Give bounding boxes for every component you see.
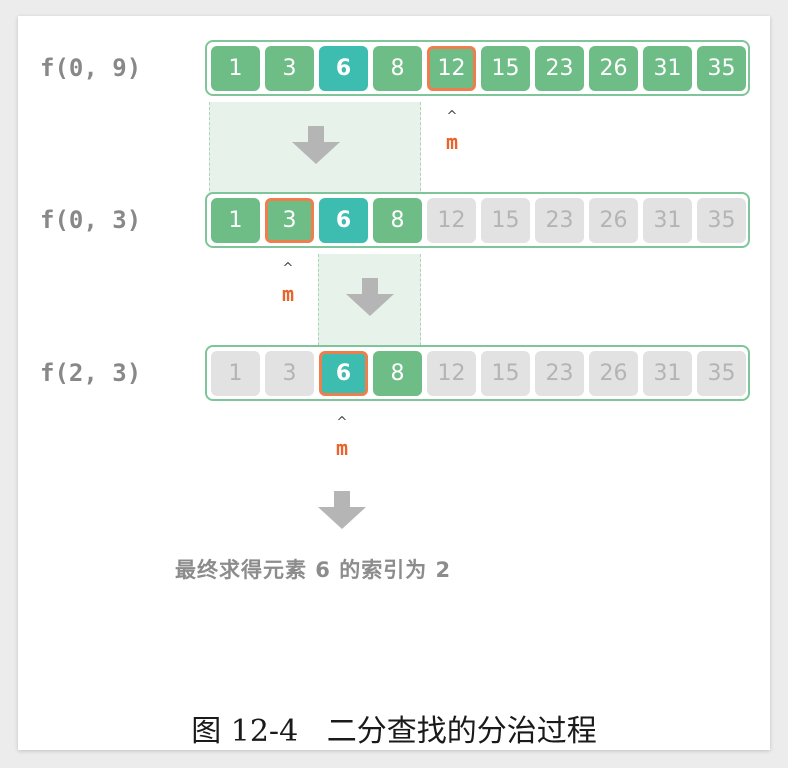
array-step-1: 1 3 6 8 12 15 23 26 31 35: [205, 40, 750, 96]
array-cell: 12: [427, 198, 476, 243]
mid-pointer-label: m: [335, 436, 349, 460]
array-cell: 15: [481, 351, 530, 396]
caret-up-icon: ^: [336, 415, 348, 430]
array-cell: 31: [643, 351, 692, 396]
array-cell: 31: [643, 46, 692, 91]
mid-pointer-label: m: [281, 282, 295, 306]
array-cell: 1: [211, 198, 260, 243]
figure-card: f(0, 9) 1 3 6 8 12 15 23 26 31 35 ^ m f(0, 3) 136…: [18, 16, 770, 750]
array-cell: 6: [319, 198, 368, 243]
array-cell: 26: [589, 46, 638, 91]
mid-pointer-label: m: [445, 130, 459, 154]
call-label-step-2: f(0, 3): [40, 206, 142, 234]
array-step-2: 1 3 6 8 12 15 23 26 31 35: [205, 192, 750, 248]
result-text: 最终求得元素 6 的索引为 2: [175, 558, 452, 582]
caret-up-icon: ^: [446, 109, 458, 124]
mid-pointer-step-1: ^ m: [437, 109, 467, 154]
array-cell: 35: [697, 46, 746, 91]
figure-caption: 图 12-4 二分查找的分治过程: [191, 714, 597, 749]
array-cell: 3: [265, 351, 314, 396]
array-cell: 23: [535, 198, 584, 243]
array-cell: 6: [319, 46, 368, 91]
array-cell: 6: [319, 351, 368, 396]
array-cell: 23: [535, 351, 584, 396]
array-cell: 12: [427, 351, 476, 396]
array-cell: 26: [589, 351, 638, 396]
array-cell: 8: [373, 198, 422, 243]
mid-pointer-step-2: ^ m: [273, 261, 303, 306]
caret-up-icon: ^: [282, 261, 294, 276]
array-cell: 8: [373, 351, 422, 396]
array-cell: 3: [265, 198, 314, 243]
array-cell: 12: [427, 46, 476, 91]
array-cell: 15: [481, 46, 530, 91]
call-label-step-1: f(0, 9): [40, 54, 142, 82]
array-cell: 1: [211, 46, 260, 91]
array-cell: 3: [265, 46, 314, 91]
call-label-step-3: f(2, 3): [40, 359, 142, 387]
array-cell: 35: [697, 198, 746, 243]
array-cell: 26: [589, 198, 638, 243]
array-step-3: 1 3 6 8 12 15 23 26 31 35: [205, 345, 750, 401]
array-cell: 15: [481, 198, 530, 243]
array-cell: 8: [373, 46, 422, 91]
array-cell: 23: [535, 46, 584, 91]
array-cell: 31: [643, 198, 692, 243]
array-cell: 35: [697, 351, 746, 396]
array-cell: 1: [211, 351, 260, 396]
mid-pointer-step-3: ^ m: [327, 415, 357, 460]
